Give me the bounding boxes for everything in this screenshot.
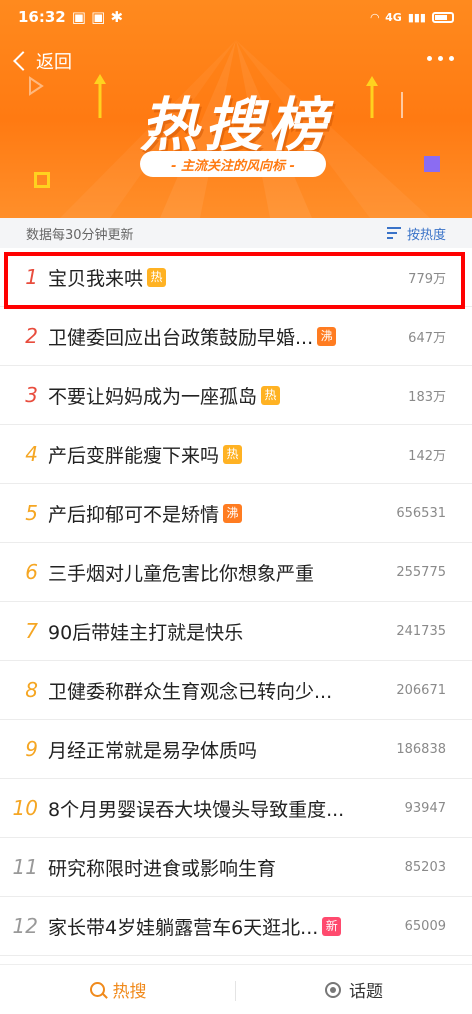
boil-badge: 沸 [317,326,337,346]
rank-number: 5 [25,501,38,525]
topic-title: 不要让妈妈成为一座孤岛 [48,385,258,408]
topic-title: 卫健委回应出台政策鼓励早婚... [48,326,314,349]
chevron-left-icon [13,51,33,71]
rank-number: 11 [12,855,38,879]
status-notification-icons: ▣ ▣ ✱ [71,8,124,26]
list-item[interactable]: 3 不要让妈妈成为一座孤岛热 183万 [0,366,472,425]
search-icon [89,982,105,997]
topic-title: 产后抑郁可不是矫情 [48,503,220,526]
heat-count: 241735 [396,623,446,639]
hot-badge: 热 [147,267,167,287]
list-item[interactable]: 6 三手烟对儿童危害比你想象严重 255775 [0,543,472,602]
hot-badge: 热 [261,385,281,405]
update-notice: 数据每30分钟更新 [26,227,134,243]
rank-number: 10 [12,796,38,820]
battery-icon [432,11,454,23]
tab-topics-label: 话题 [349,982,383,1002]
new-badge: 新 [322,916,342,936]
page-title: 热搜榜 [139,91,332,159]
heat-count: 85203 [404,859,446,875]
heat-count: 93947 [404,800,446,816]
info-bar: 数据每30分钟更新 按热度 [0,218,472,248]
topic-title: 三手烟对儿童危害比你想象严重 [48,562,315,585]
rank-number: 4 [25,442,38,466]
tab-divider [235,981,236,1001]
rank-number: 6 [25,560,38,584]
signal-icon-2: ▮▮▮ [407,10,426,24]
tab-hot-search[interactable]: 热搜 [0,965,236,1014]
rank-number: 3 [25,383,38,407]
decorative-square-purple [424,156,440,172]
rank-number: 9 [25,737,38,761]
more-menu-button[interactable] [427,56,454,61]
heat-count: 183万 [408,389,446,405]
topic-title: 宝贝我来哄 [48,267,144,290]
list-item[interactable]: 7 90后带娃主打就是快乐 241735 [0,602,472,661]
list-item[interactable]: 1 宝贝我来哄热 779万 [0,248,472,307]
heat-count: 142万 [408,448,446,464]
topic-title: 90后带娃主打就是快乐 [48,621,244,644]
rank-number: 7 [25,619,38,643]
status-right-icons: ◠ 4G ▮▮▮ [371,11,454,24]
topic-title: 产后变胖能瘦下来吗 [48,444,220,467]
list-item[interactable]: 5 产后抑郁可不是矫情沸 656531 [0,484,472,543]
bottom-tab-bar: 热搜 话题 [0,964,472,1014]
rank-number: 2 [25,324,38,348]
topic-title: 卫健委称群众生育观念已转向少... [48,680,333,703]
heat-count: 647万 [408,330,446,346]
heat-count: 656531 [396,505,446,521]
heat-count: 779万 [408,271,446,287]
topic-title: 家长带4岁娃躺露营车6天逛北... [48,916,319,939]
list-item[interactable]: 2 卫健委回应出台政策鼓励早婚... 沸 647万 [0,307,472,366]
sort-icon [386,227,401,239]
list-item[interactable]: 9 月经正常就是易孕体质吗 186838 [0,720,472,779]
status-time: 16:32 [18,8,66,26]
signal-icon: 4G [385,10,402,24]
topic-icon [325,981,341,998]
heat-count: 65009 [404,918,446,934]
decorative-square-yellow [34,172,50,188]
rank-number: 1 [25,265,38,289]
more-dots-icon [427,56,432,61]
topic-title: 月经正常就是易孕体质吗 [48,739,258,762]
heat-count: 255775 [396,564,446,580]
status-bar: 16:32 ▣ ▣ ✱ ◠ 4G ▮▮▮ [0,0,472,34]
boil-badge: 沸 [223,503,243,523]
hot-search-list: 1 宝贝我来哄热 779万 2 卫健委回应出台政策鼓励早婚... 沸 647万 3 不要让妈妈成… [0,248,472,956]
tab-hot-search-label: 热搜 [112,982,147,1002]
heat-count: 186838 [396,741,446,757]
back-label: 返回 [36,52,72,73]
list-item[interactable]: 11 研究称限时进食或影响生育 85203 [0,838,472,897]
hot-badge: 热 [223,444,243,464]
list-item[interactable]: 10 8个月男婴误吞大块馒头导致重度... 93947 [0,779,472,838]
list-item[interactable]: 12 家长带4岁娃躺露营车6天逛北... 新 65009 [0,897,472,956]
hero-banner: 16:32 ▣ ▣ ✱ ◠ 4G ▮▮▮ 返回 热搜榜 - 主流关注的风向标 - [0,0,472,218]
list-item[interactable]: 8 卫健委称群众生育观念已转向少... 206671 [0,661,472,720]
rank-number: 8 [25,678,38,702]
sort-by-heat-button[interactable]: 按热度 [386,224,446,243]
page-tagline: - 主流关注的风向标 - [140,151,326,177]
tab-topics[interactable]: 话题 [236,965,472,1014]
list-item[interactable]: 4 产后变胖能瘦下来吗热 142万 [0,425,472,484]
wifi-icon: ◠ [370,10,380,24]
sort-label: 按热度 [406,227,446,243]
heat-count: 206671 [396,682,446,698]
rank-number: 12 [12,914,38,938]
back-button[interactable]: 返回 [12,48,72,74]
topic-title: 研究称限时进食或影响生育 [48,857,277,880]
topic-title: 8个月男婴误吞大块馒头导致重度... [48,798,345,821]
